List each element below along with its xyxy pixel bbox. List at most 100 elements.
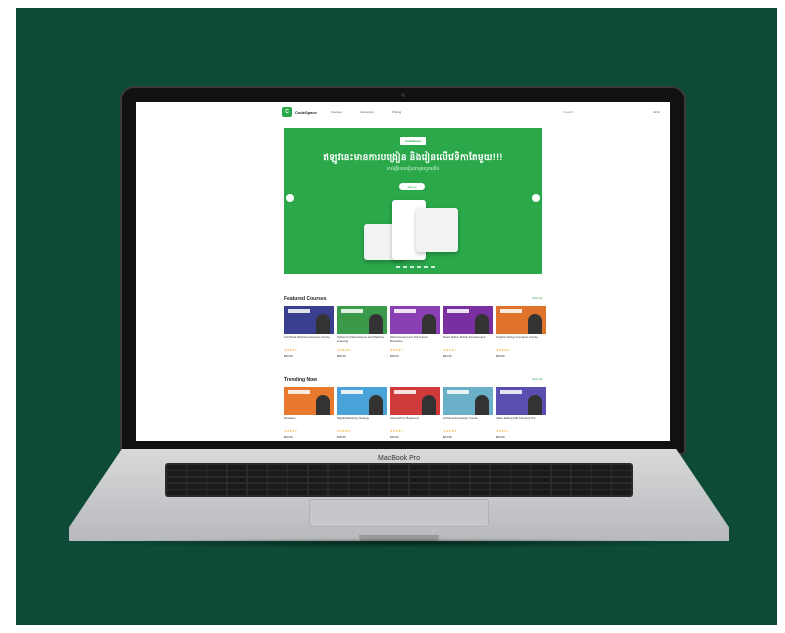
- instructor-avatar: [528, 395, 542, 415]
- nav-pricing[interactable]: Pricing: [392, 110, 401, 114]
- course-title[interactable]: Web Development Full Course Bootcamp: [390, 336, 440, 344]
- brand-name[interactable]: CodeSpace: [295, 110, 317, 115]
- site-navbar: C CodeSpace Courses Instructors Pricing …: [136, 102, 670, 122]
- key: [207, 471, 227, 477]
- course-card[interactable]: Architectural Design Course ★★★★★ $24.00: [443, 387, 493, 439]
- featured-view-all[interactable]: View all: [532, 296, 542, 300]
- thumbnail-label: [288, 309, 310, 313]
- trending-view-all[interactable]: View all: [532, 377, 542, 381]
- nav-courses[interactable]: Courses: [331, 110, 342, 114]
- key: [511, 477, 530, 483]
- rating-stars: ★★★★☆: [443, 348, 457, 352]
- key: [247, 483, 267, 489]
- course-thumbnail[interactable]: [284, 387, 334, 415]
- brand-logo-icon[interactable]: C: [282, 107, 292, 117]
- rating-stars: ★★★★☆: [496, 429, 510, 433]
- instructor-avatar: [422, 395, 436, 415]
- key: [187, 471, 206, 477]
- course-card[interactable]: AutoCAD for Beginners ★★★★☆ $16.00: [390, 387, 440, 439]
- course-title[interactable]: Graphic Design Complete Course: [496, 336, 546, 344]
- course-price: $22.00: [443, 354, 452, 358]
- course-card[interactable]: Full Stack Web Development Course ★★★★☆ $2…: [284, 306, 334, 358]
- rating-stars: ★★★★★: [337, 348, 351, 352]
- course-title[interactable]: Digital Marketing Strategy: [337, 417, 387, 425]
- key: [592, 490, 611, 495]
- carousel-prev-icon[interactable]: [286, 194, 294, 202]
- trending-course-list: Illustrator ★★★★☆ $20.00 Digital Marketing …: [284, 387, 546, 439]
- key: [328, 471, 348, 477]
- key: [571, 490, 591, 495]
- course-thumbnail[interactable]: [443, 306, 493, 334]
- key: [349, 477, 368, 483]
- key: [450, 483, 470, 489]
- key: [187, 483, 206, 489]
- key: [207, 465, 227, 470]
- language-selector[interactable]: ENG: [653, 110, 660, 114]
- key: [470, 490, 490, 495]
- course-card[interactable]: Video Editing with Premiere Pro ★★★★☆ $19.…: [496, 387, 546, 439]
- key: [409, 471, 429, 477]
- course-card[interactable]: React Native Mobile Development ★★★★☆ $22.…: [443, 306, 493, 358]
- course-card[interactable]: Illustrator ★★★★☆ $20.00: [284, 387, 334, 439]
- course-title[interactable]: Illustrator: [284, 417, 334, 425]
- key: [187, 465, 206, 470]
- key: [227, 477, 247, 483]
- course-thumbnail[interactable]: [337, 387, 387, 415]
- course-title[interactable]: Video Editing with Premiere Pro: [496, 417, 546, 425]
- key: [470, 477, 490, 483]
- key: [247, 490, 267, 495]
- key: [288, 471, 308, 477]
- course-card[interactable]: Python for Data Science and Machine Lear…: [337, 306, 387, 358]
- course-card[interactable]: Digital Marketing Strategy ★★★★★ $18.00: [337, 387, 387, 439]
- key: [389, 477, 409, 483]
- key: [430, 465, 449, 470]
- thumbnail-label: [500, 309, 522, 313]
- instructor-avatar: [369, 314, 383, 334]
- course-title[interactable]: Architectural Design Course: [443, 417, 493, 425]
- carousel-next-icon[interactable]: [532, 194, 540, 202]
- key: [227, 465, 247, 470]
- course-title[interactable]: Full Stack Web Development Course: [284, 336, 334, 344]
- search-input[interactable]: ⌕ Search: [561, 110, 573, 114]
- course-card[interactable]: Graphic Design Complete Course ★★★★★ $15.0…: [496, 306, 546, 358]
- carousel-dots[interactable]: [396, 266, 435, 268]
- key: [268, 483, 287, 489]
- course-thumbnail[interactable]: [496, 306, 546, 334]
- key: [531, 483, 551, 489]
- course-thumbnail[interactable]: [390, 387, 440, 415]
- key: [167, 490, 186, 495]
- hero-logo: CodeSpace: [400, 137, 426, 145]
- course-title[interactable]: Python for Data Science and Machine Lear…: [337, 336, 387, 344]
- instructor-avatar: [316, 314, 330, 334]
- key: [490, 471, 510, 477]
- key: [369, 490, 389, 495]
- course-thumbnail[interactable]: [443, 387, 493, 415]
- course-title[interactable]: AutoCAD for Beginners: [390, 417, 440, 425]
- course-title[interactable]: React Native Mobile Development: [443, 336, 493, 344]
- course-thumbnail[interactable]: [390, 306, 440, 334]
- key: [571, 477, 591, 483]
- key: [369, 483, 389, 489]
- rating-stars: ★★★★☆: [390, 348, 404, 352]
- key: [247, 477, 267, 483]
- key: [328, 490, 348, 495]
- phone-mockup-2: [416, 208, 458, 252]
- nav-instructors[interactable]: Instructors: [360, 110, 374, 114]
- rating-stars: ★★★★☆: [390, 429, 404, 433]
- key: [551, 471, 571, 477]
- key: [592, 465, 611, 470]
- key: [430, 483, 449, 489]
- key: [268, 477, 287, 483]
- key: [511, 471, 530, 477]
- key: [551, 465, 571, 470]
- course-price: $24.00: [443, 435, 452, 439]
- course-thumbnail[interactable]: [337, 306, 387, 334]
- course-thumbnail[interactable]: [284, 306, 334, 334]
- course-thumbnail[interactable]: [496, 387, 546, 415]
- key: [308, 477, 328, 483]
- laptop-screen: C CodeSpace Courses Instructors Pricing …: [136, 102, 670, 441]
- key: [349, 465, 368, 470]
- key: [369, 465, 389, 470]
- course-card[interactable]: Web Development Full Course Bootcamp ★★★★…: [390, 306, 440, 358]
- join-button[interactable]: Join us: [399, 183, 425, 190]
